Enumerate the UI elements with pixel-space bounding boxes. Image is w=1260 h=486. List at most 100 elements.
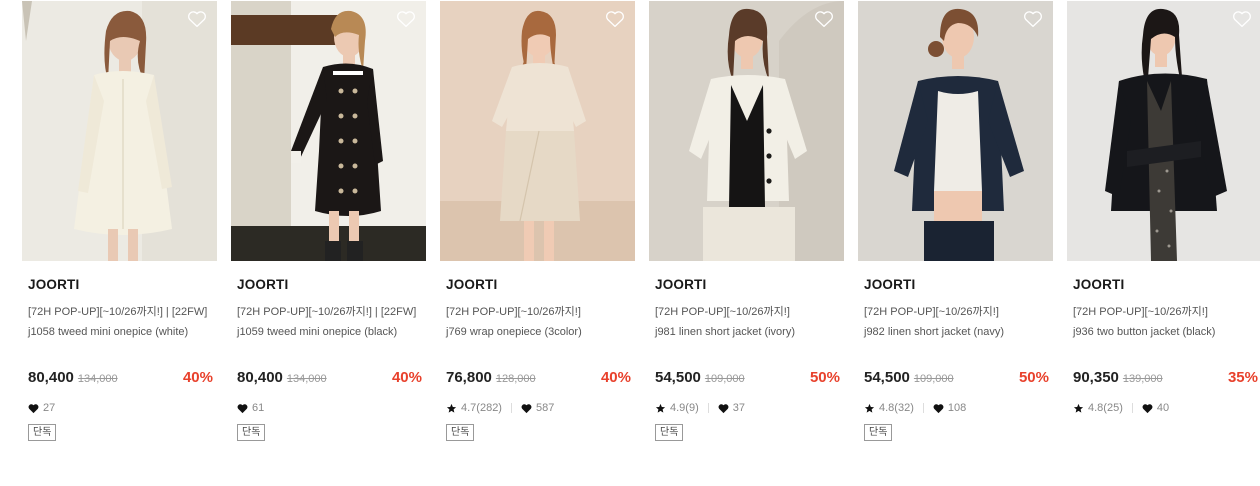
original-price: 128,000 bbox=[495, 373, 536, 385]
price-row: 80,400 134,000 40% bbox=[28, 369, 217, 389]
brand-name[interactable]: JOORTI bbox=[1073, 277, 1260, 295]
heart-icon bbox=[28, 403, 39, 413]
price-row: 80,400 134,000 40% bbox=[237, 369, 426, 389]
exclusive-badge: 단독 bbox=[446, 424, 475, 441]
heart-icon bbox=[933, 403, 944, 413]
wishlist-heart-icon[interactable] bbox=[396, 10, 416, 28]
promo-text[interactable]: [72H POP-UP][~10/26까지!] bbox=[446, 303, 635, 318]
model-photo bbox=[649, 1, 844, 261]
brand-name[interactable]: JOORTI bbox=[28, 277, 217, 295]
original-price: 109,000 bbox=[704, 373, 745, 385]
product-meta: 4.8(32) 108 bbox=[864, 401, 1053, 415]
product-name[interactable]: j1059 tweed mini onepice (black) bbox=[237, 326, 426, 340]
product-name[interactable]: j981 linen short jacket (ivory) bbox=[655, 326, 844, 340]
divider bbox=[707, 403, 709, 413]
discount-rate: 50% bbox=[809, 369, 840, 386]
wishlist-heart-icon[interactable] bbox=[605, 10, 625, 28]
brand-name[interactable]: JOORTI bbox=[864, 277, 1053, 295]
discount-rate: 35% bbox=[1227, 369, 1258, 386]
price-row: 76,800 128,000 40% bbox=[446, 369, 635, 389]
discount-rate: 40% bbox=[391, 369, 422, 386]
rating: 4.8(32) bbox=[879, 402, 914, 414]
sale-price: 54,500 bbox=[655, 369, 701, 386]
promo-text[interactable]: [72H POP-UP][~10/26까지!] | [22FW] bbox=[28, 303, 217, 318]
original-price: 139,000 bbox=[1122, 373, 1163, 385]
product-card[interactable]: JOORTI [72H POP-UP][~10/26까지!] j981 line… bbox=[649, 1, 844, 441]
divider bbox=[510, 403, 512, 413]
promo-text[interactable]: [72H POP-UP][~10/26까지!] bbox=[655, 303, 844, 318]
wishlist-heart-icon[interactable] bbox=[1023, 10, 1043, 28]
like-count: 108 bbox=[947, 402, 967, 414]
like-count: 37 bbox=[732, 402, 745, 414]
heart-icon bbox=[521, 403, 532, 413]
sale-price: 76,800 bbox=[446, 369, 492, 386]
product-name[interactable]: j1058 tweed mini onepice (white) bbox=[28, 326, 217, 340]
like-count: 587 bbox=[535, 402, 555, 414]
original-price: 134,000 bbox=[286, 373, 327, 385]
heart-icon bbox=[718, 403, 729, 413]
wishlist-heart-icon[interactable] bbox=[814, 10, 834, 28]
model-photo bbox=[231, 1, 426, 261]
product-name[interactable]: j769 wrap onepiece (3color) bbox=[446, 326, 635, 340]
product-name[interactable]: j936 two button jacket (black) bbox=[1073, 326, 1260, 340]
model-photo bbox=[440, 1, 635, 261]
product-meta: 61 bbox=[237, 401, 426, 415]
like-count: 61 bbox=[252, 402, 265, 414]
like-count: 27 bbox=[43, 402, 56, 414]
like-count: 40 bbox=[1156, 402, 1170, 414]
divider bbox=[1131, 403, 1133, 413]
product-card[interactable]: JOORTI [72H POP-UP][~10/26까지!] j982 line… bbox=[858, 1, 1053, 441]
price-row: 54,500 109,000 50% bbox=[655, 369, 844, 389]
rating: 4.7(282) bbox=[461, 402, 502, 414]
product-image[interactable] bbox=[22, 1, 217, 261]
exclusive-badge: 단독 bbox=[655, 424, 684, 441]
star-icon bbox=[864, 403, 875, 413]
discount-rate: 40% bbox=[182, 369, 213, 386]
product-meta: 4.9(9) 37 bbox=[655, 401, 844, 415]
model-photo bbox=[1067, 1, 1260, 261]
sale-price: 54,500 bbox=[864, 369, 910, 386]
product-name[interactable]: j982 linen short jacket (navy) bbox=[864, 326, 1053, 340]
product-image[interactable] bbox=[858, 1, 1053, 261]
star-icon bbox=[1073, 403, 1084, 413]
heart-icon bbox=[1142, 403, 1153, 413]
product-card[interactable]: JOORTI [72H POP-UP][~10/26까지!] j936 two … bbox=[1067, 1, 1260, 441]
promo-text[interactable]: [72H POP-UP][~10/26까지!] bbox=[864, 303, 1053, 318]
product-meta: 4.7(282) 587 bbox=[446, 401, 635, 415]
promo-text[interactable]: [72H POP-UP][~10/26까지!] | [22FW] bbox=[237, 303, 426, 318]
product-card[interactable]: JOORTI [72H POP-UP][~10/26까지!] | [22FW] … bbox=[231, 1, 426, 441]
exclusive-badge: 단독 bbox=[237, 424, 266, 441]
model-photo bbox=[22, 1, 217, 261]
product-meta: 4.8(25) 40 bbox=[1073, 401, 1260, 415]
model-photo bbox=[858, 1, 1053, 261]
original-price: 109,000 bbox=[913, 373, 954, 385]
wishlist-heart-icon[interactable] bbox=[187, 10, 207, 28]
divider bbox=[922, 403, 924, 413]
price-row: 90,350 139,000 35% bbox=[1073, 369, 1260, 389]
exclusive-badge: 단독 bbox=[864, 424, 893, 441]
sale-price: 80,400 bbox=[28, 369, 74, 386]
discount-rate: 50% bbox=[1018, 369, 1049, 386]
discount-rate: 40% bbox=[600, 369, 631, 386]
product-image[interactable] bbox=[231, 1, 426, 261]
star-icon bbox=[655, 403, 666, 413]
product-grid: JOORTI [72H POP-UP][~10/26까지!] | [22FW] … bbox=[22, 1, 1260, 441]
brand-name[interactable]: JOORTI bbox=[446, 277, 635, 295]
promo-text[interactable]: [72H POP-UP][~10/26까지!] bbox=[1073, 303, 1260, 318]
sale-price: 80,400 bbox=[237, 369, 283, 386]
wishlist-heart-icon[interactable] bbox=[1232, 10, 1252, 28]
price-row: 54,500 109,000 50% bbox=[864, 369, 1053, 389]
product-image[interactable] bbox=[649, 1, 844, 261]
rating: 4.9(9) bbox=[670, 402, 699, 414]
sale-price: 90,350 bbox=[1073, 369, 1119, 386]
product-card[interactable]: JOORTI [72H POP-UP][~10/26까지!] | [22FW] … bbox=[22, 1, 217, 441]
brand-name[interactable]: JOORTI bbox=[655, 277, 844, 295]
star-icon bbox=[446, 403, 457, 413]
product-image[interactable] bbox=[440, 1, 635, 261]
product-image[interactable] bbox=[1067, 1, 1260, 261]
exclusive-badge: 단독 bbox=[28, 424, 57, 441]
brand-name[interactable]: JOORTI bbox=[237, 277, 426, 295]
product-card[interactable]: JOORTI [72H POP-UP][~10/26까지!] j769 wrap… bbox=[440, 1, 635, 441]
product-meta: 27 bbox=[28, 401, 217, 415]
heart-icon bbox=[237, 403, 248, 413]
